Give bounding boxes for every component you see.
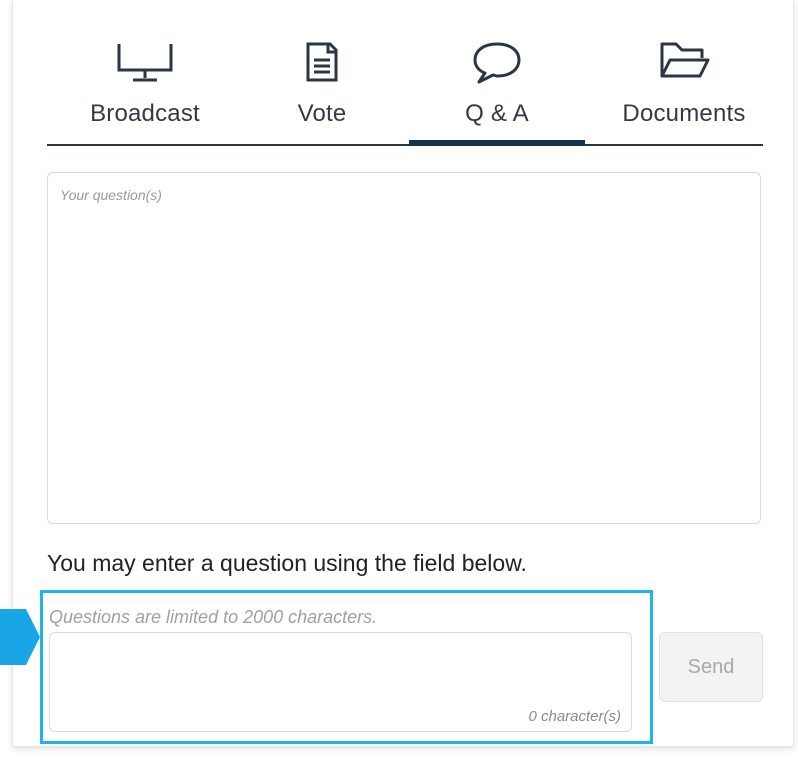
question-instructions: You may enter a question using the field…	[47, 550, 527, 576]
monitor-icon	[115, 38, 175, 91]
question-limit-text: Questions are limited to 2000 characters…	[49, 607, 378, 627]
speech-bubble-icon	[469, 38, 525, 91]
character-counter: 0 character(s)	[528, 708, 621, 725]
questions-placeholder: Your question(s)	[60, 187, 162, 203]
document-icon	[302, 38, 342, 91]
tab-label: Documents	[622, 100, 746, 127]
question-input[interactable]: 0 character(s)	[49, 632, 632, 732]
send-button[interactable]: Send	[659, 632, 763, 702]
tab-label: Vote	[297, 100, 347, 127]
questions-list: Your question(s)	[47, 172, 761, 524]
tab-documents[interactable]: Documents	[607, 0, 761, 144]
tab-qa[interactable]: Q & A	[409, 0, 585, 146]
tab-label: Broadcast	[90, 100, 200, 127]
tab-bar: Broadcast Vote Q & A Documents	[47, 0, 763, 146]
folder-open-icon	[654, 38, 714, 91]
tab-broadcast[interactable]: Broadcast	[67, 0, 223, 144]
tab-label: Q & A	[465, 100, 529, 127]
pointer-arrow-icon	[0, 609, 40, 665]
active-tab-indicator	[409, 140, 585, 146]
tab-vote[interactable]: Vote	[257, 0, 387, 144]
